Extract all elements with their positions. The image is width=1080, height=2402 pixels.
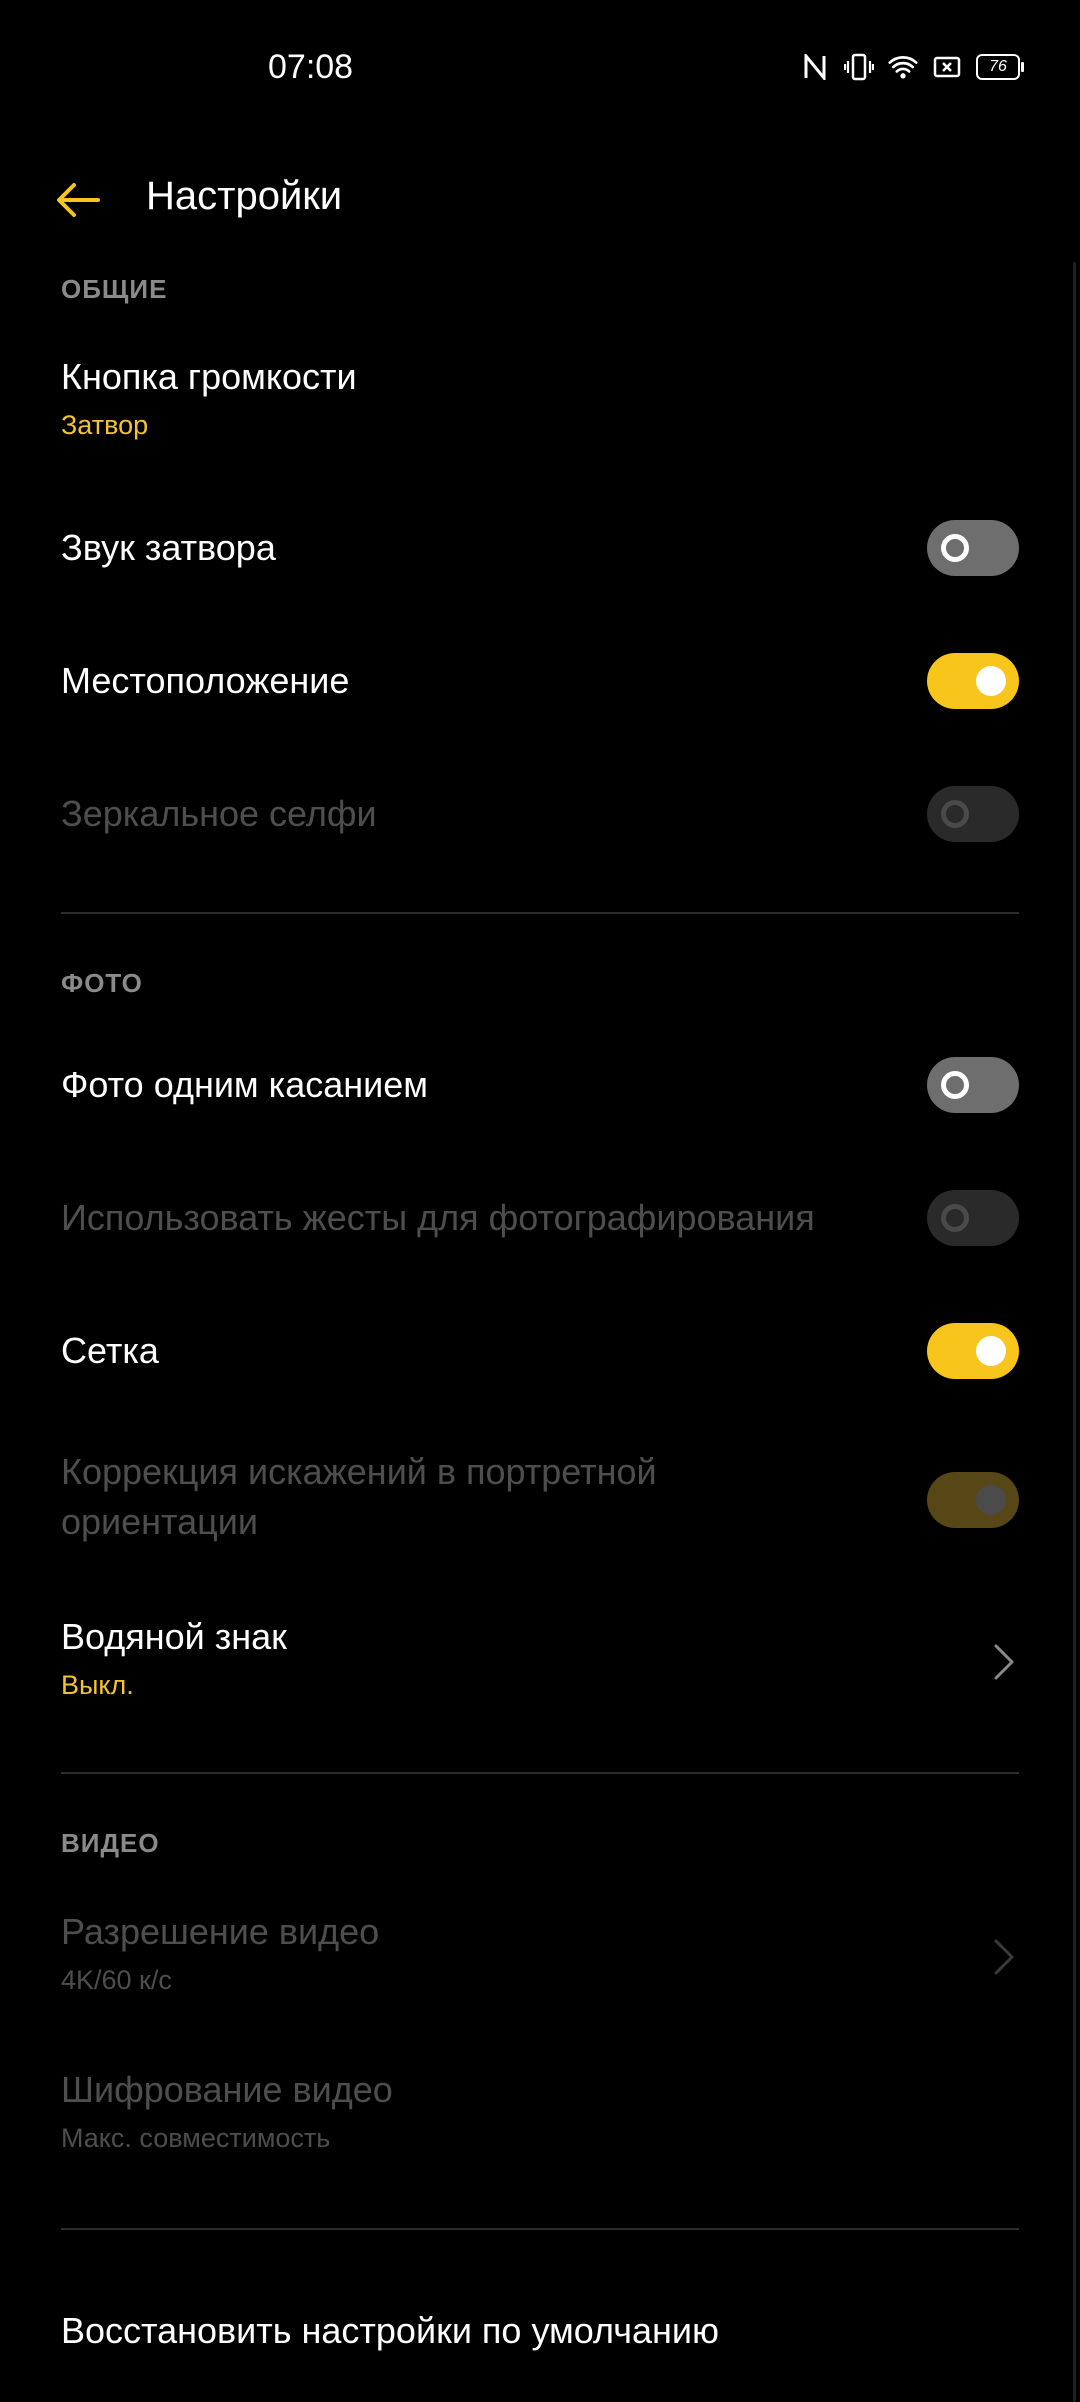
chevron-right-icon <box>989 1937 1019 1977</box>
divider <box>61 912 1019 914</box>
status-icons: 76 <box>800 52 1024 82</box>
one-touch-photo-toggle[interactable] <box>927 1057 1019 1113</box>
section-header-general: ОБЩИЕ <box>61 274 168 304</box>
setting-title: Водяной знак <box>61 1616 287 1657</box>
setting-value: Затвор <box>61 410 149 440</box>
section-header-video: ВИДЕО <box>61 1828 160 1858</box>
back-button[interactable] <box>48 170 108 230</box>
vibrate-icon <box>844 52 874 82</box>
battery-level: 76 <box>989 58 1007 75</box>
arrow-left-icon <box>57 183 100 217</box>
setting-title: Разрешение видео <box>61 1911 380 1952</box>
setting-video-encoding: Шифрование видео Макс. совместимость <box>61 2065 1019 2161</box>
grid-toggle[interactable] <box>927 1323 1019 1379</box>
screen-record-icon <box>932 52 962 82</box>
setting-value: 4K/60 к/с <box>61 1965 172 1995</box>
toggle-knob <box>976 666 1006 696</box>
setting-distortion-correction: Коррекция искажений в портретной ориента… <box>61 1447 1019 1557</box>
status-bar: 07:08 76 <box>0 0 1080 140</box>
toggle-knob <box>941 1204 969 1232</box>
setting-watermark[interactable]: Водяной знак Выкл. <box>61 1612 1019 1708</box>
shutter-sound-toggle[interactable] <box>927 520 1019 576</box>
setting-title: Местоположение <box>61 660 350 701</box>
setting-title: Зеркальное селфи <box>61 793 377 834</box>
setting-volume-button[interactable]: Кнопка громкости Затвор <box>61 352 1019 441</box>
setting-title: Сетка <box>61 1330 159 1371</box>
setting-value: Макс. совместимость <box>61 2123 331 2153</box>
setting-gestures: Использовать жесты для фотографирования <box>61 1190 1019 1246</box>
reset-settings-label: Восстановить настройки по умолчанию <box>61 2310 720 2351</box>
toggle-knob <box>941 1071 969 1099</box>
toggle-knob <box>941 800 969 828</box>
nfc-icon <box>800 52 830 82</box>
divider <box>61 2228 1019 2230</box>
chevron-right-icon <box>989 1642 1019 1682</box>
setting-video-resolution: Разрешение видео 4K/60 к/с <box>61 1907 1019 2003</box>
setting-title: Кнопка громкости <box>61 356 357 397</box>
setting-shutter-sound[interactable]: Звук затвора <box>61 520 1019 576</box>
page-title: Настройки <box>146 174 343 218</box>
setting-title: Использовать жесты для фотографирования <box>61 1197 815 1238</box>
toggle-knob <box>976 1336 1006 1366</box>
toggle-knob <box>976 1485 1006 1515</box>
setting-location[interactable]: Местоположение <box>61 653 1019 709</box>
battery-icon: 76 <box>976 54 1024 80</box>
setting-title-line2: ориентации <box>61 1501 258 1542</box>
divider <box>61 1772 1019 1774</box>
setting-title-line1: Коррекция искажений в портретной <box>61 1451 657 1492</box>
setting-title: Звук затвора <box>61 527 276 568</box>
toggle-knob <box>941 534 969 562</box>
reset-settings-button[interactable]: Восстановить настройки по умолчанию <box>61 2306 1019 2356</box>
section-header-photo: ФОТО <box>61 968 143 998</box>
setting-title: Шифрование видео <box>61 2069 393 2110</box>
scrollbar[interactable] <box>1073 262 1076 2402</box>
app-bar: Настройки <box>0 150 1080 250</box>
distortion-correction-toggle <box>927 1472 1019 1528</box>
setting-title: Фото одним касанием <box>61 1064 429 1105</box>
setting-mirror-selfie: Зеркальное селфи <box>61 786 1019 842</box>
status-time: 07:08 <box>268 48 354 86</box>
setting-one-touch-photo[interactable]: Фото одним касанием <box>61 1057 1019 1113</box>
setting-grid[interactable]: Сетка <box>61 1323 1019 1379</box>
mirror-selfie-toggle <box>927 786 1019 842</box>
gestures-toggle <box>927 1190 1019 1246</box>
wifi-icon <box>888 52 918 82</box>
location-toggle[interactable] <box>927 653 1019 709</box>
setting-value: Выкл. <box>61 1670 134 1700</box>
